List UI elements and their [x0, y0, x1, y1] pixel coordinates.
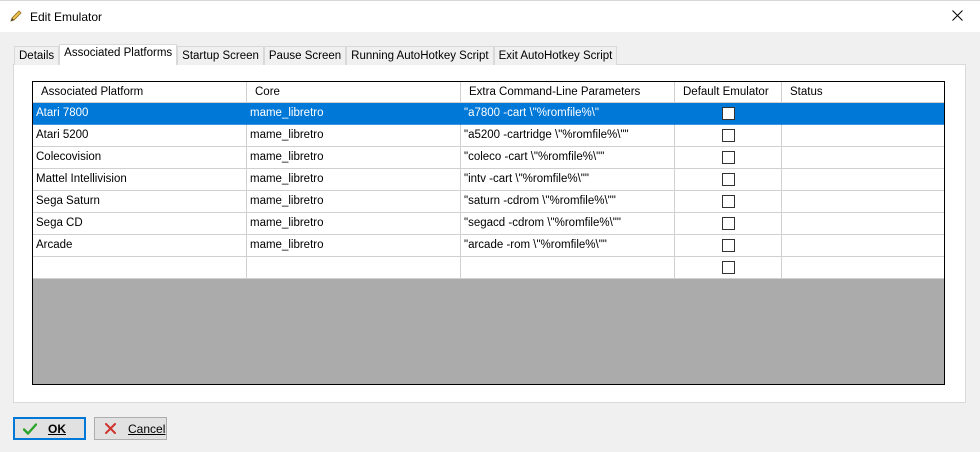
default-emulator-cell — [675, 235, 782, 257]
grid-header: Associated Platform Core Extra Command-L… — [33, 82, 944, 103]
core-cell[interactable]: mame_libretro — [247, 169, 461, 191]
platform-cell[interactable]: Arcade — [33, 235, 247, 257]
core-cell[interactable]: mame_libretro — [247, 191, 461, 213]
default-emulator-checkbox[interactable] — [721, 217, 735, 230]
tab-startup-screen[interactable]: Startup Screen — [177, 46, 264, 65]
default-emulator-cell — [675, 191, 782, 213]
platform-cell[interactable]: Sega CD — [33, 213, 247, 235]
params-cell[interactable]: "arcade -rom \"%romfile%\"" — [461, 235, 675, 257]
default-emulator-cell — [675, 257, 782, 279]
default-emulator-checkbox[interactable] — [721, 239, 735, 252]
core-cell[interactable]: mame_libretro — [247, 147, 461, 169]
params-cell[interactable]: "intv -cart \"%romfile%\"" — [461, 169, 675, 191]
table-row[interactable]: Atari 7800 mame_libretro "a7800 -cart \"… — [33, 103, 944, 125]
column-header-associated-platform[interactable]: Associated Platform — [33, 82, 247, 103]
platform-cell[interactable]: Colecovision — [33, 147, 247, 169]
tab-exit-autohotkey-script[interactable]: Exit AutoHotkey Script — [493, 46, 618, 65]
window-title: Edit Emulator — [30, 10, 103, 24]
default-emulator-checkbox[interactable] — [721, 151, 735, 164]
checkmark-icon — [22, 421, 38, 437]
status-cell[interactable] — [782, 213, 944, 235]
platform-cell[interactable]: Atari 7800 — [33, 103, 247, 125]
status-cell[interactable] — [782, 125, 944, 147]
table-row[interactable]: Sega CD mame_libretro "segacd -cdrom \"%… — [33, 213, 944, 235]
table-row[interactable]: Atari 5200 mame_libretro "a5200 -cartrid… — [33, 125, 944, 147]
status-cell[interactable] — [782, 191, 944, 213]
params-cell[interactable] — [461, 257, 675, 279]
title-bar[interactable]: Edit Emulator — [0, 1, 980, 32]
params-cell[interactable]: "saturn -cdrom \"%romfile%\"" — [461, 191, 675, 213]
core-cell[interactable]: mame_libretro — [247, 235, 461, 257]
default-emulator-cell — [675, 147, 782, 169]
status-cell[interactable] — [782, 257, 944, 279]
default-emulator-cell — [675, 125, 782, 147]
default-emulator-checkbox[interactable] — [721, 129, 735, 142]
tab-details[interactable]: Details — [14, 46, 60, 65]
tab-running-autohotkey-script[interactable]: Running AutoHotkey Script — [346, 46, 494, 65]
tab-strip: Details Associated Platforms Startup Scr… — [14, 44, 618, 65]
cancel-button-label: Cancel — [128, 421, 166, 436]
core-cell[interactable]: mame_libretro — [247, 103, 461, 125]
status-cell[interactable] — [782, 169, 944, 191]
core-cell[interactable]: mame_libretro — [247, 125, 461, 147]
column-header-core[interactable]: Core — [247, 82, 461, 103]
edit-emulator-window: Edit Emulator Details Associated Platfor… — [0, 0, 980, 452]
table-row[interactable]: Colecovision mame_libretro "coleco -cart… — [33, 147, 944, 169]
params-cell[interactable]: "coleco -cart \"%romfile%\"" — [461, 147, 675, 169]
params-cell[interactable]: "segacd -cdrom \"%romfile%\"" — [461, 213, 675, 235]
tab-pause-screen[interactable]: Pause Screen — [263, 46, 347, 65]
ok-button[interactable]: OK — [13, 417, 86, 440]
status-cell[interactable] — [782, 147, 944, 169]
default-emulator-cell — [675, 213, 782, 235]
platform-cell[interactable] — [33, 257, 247, 279]
pencil-icon — [9, 9, 23, 23]
status-cell[interactable] — [782, 103, 944, 125]
table-row[interactable]: Mattel Intellivision mame_libretro "intv… — [33, 169, 944, 191]
cancel-button[interactable]: Cancel — [94, 417, 167, 440]
table-row[interactable]: Arcade mame_libretro "arcade -rom \"%rom… — [33, 235, 944, 257]
platform-cell[interactable]: Atari 5200 — [33, 125, 247, 147]
params-cell[interactable]: "a7800 -cart \"%romfile%\" — [461, 103, 675, 125]
column-header-default-emulator[interactable]: Default Emulator — [675, 82, 782, 103]
platform-cell[interactable]: Mattel Intellivision — [33, 169, 247, 191]
close-button[interactable] — [934, 1, 980, 32]
default-emulator-checkbox[interactable] — [721, 261, 735, 274]
default-emulator-checkbox[interactable] — [721, 195, 735, 208]
default-emulator-cell — [675, 103, 782, 125]
table-row[interactable]: Sega Saturn mame_libretro "saturn -cdrom… — [33, 191, 944, 213]
default-emulator-checkbox[interactable] — [721, 107, 735, 120]
column-header-extra-parameters[interactable]: Extra Command-Line Parameters — [461, 82, 675, 103]
column-header-status[interactable]: Status — [782, 82, 944, 103]
close-icon — [951, 9, 963, 24]
x-icon — [102, 421, 118, 437]
core-cell[interactable]: mame_libretro — [247, 213, 461, 235]
default-emulator-cell — [675, 169, 782, 191]
platforms-grid[interactable]: Associated Platform Core Extra Command-L… — [32, 81, 945, 385]
params-cell[interactable]: "a5200 -cartridge \"%romfile%\"" — [461, 125, 675, 147]
default-emulator-checkbox[interactable] — [721, 173, 735, 186]
tab-associated-platforms[interactable]: Associated Platforms — [59, 44, 178, 65]
new-row[interactable] — [33, 257, 944, 279]
ok-button-label: OK — [48, 421, 66, 436]
platform-cell[interactable]: Sega Saturn — [33, 191, 247, 213]
status-cell[interactable] — [782, 235, 944, 257]
core-cell[interactable] — [247, 257, 461, 279]
